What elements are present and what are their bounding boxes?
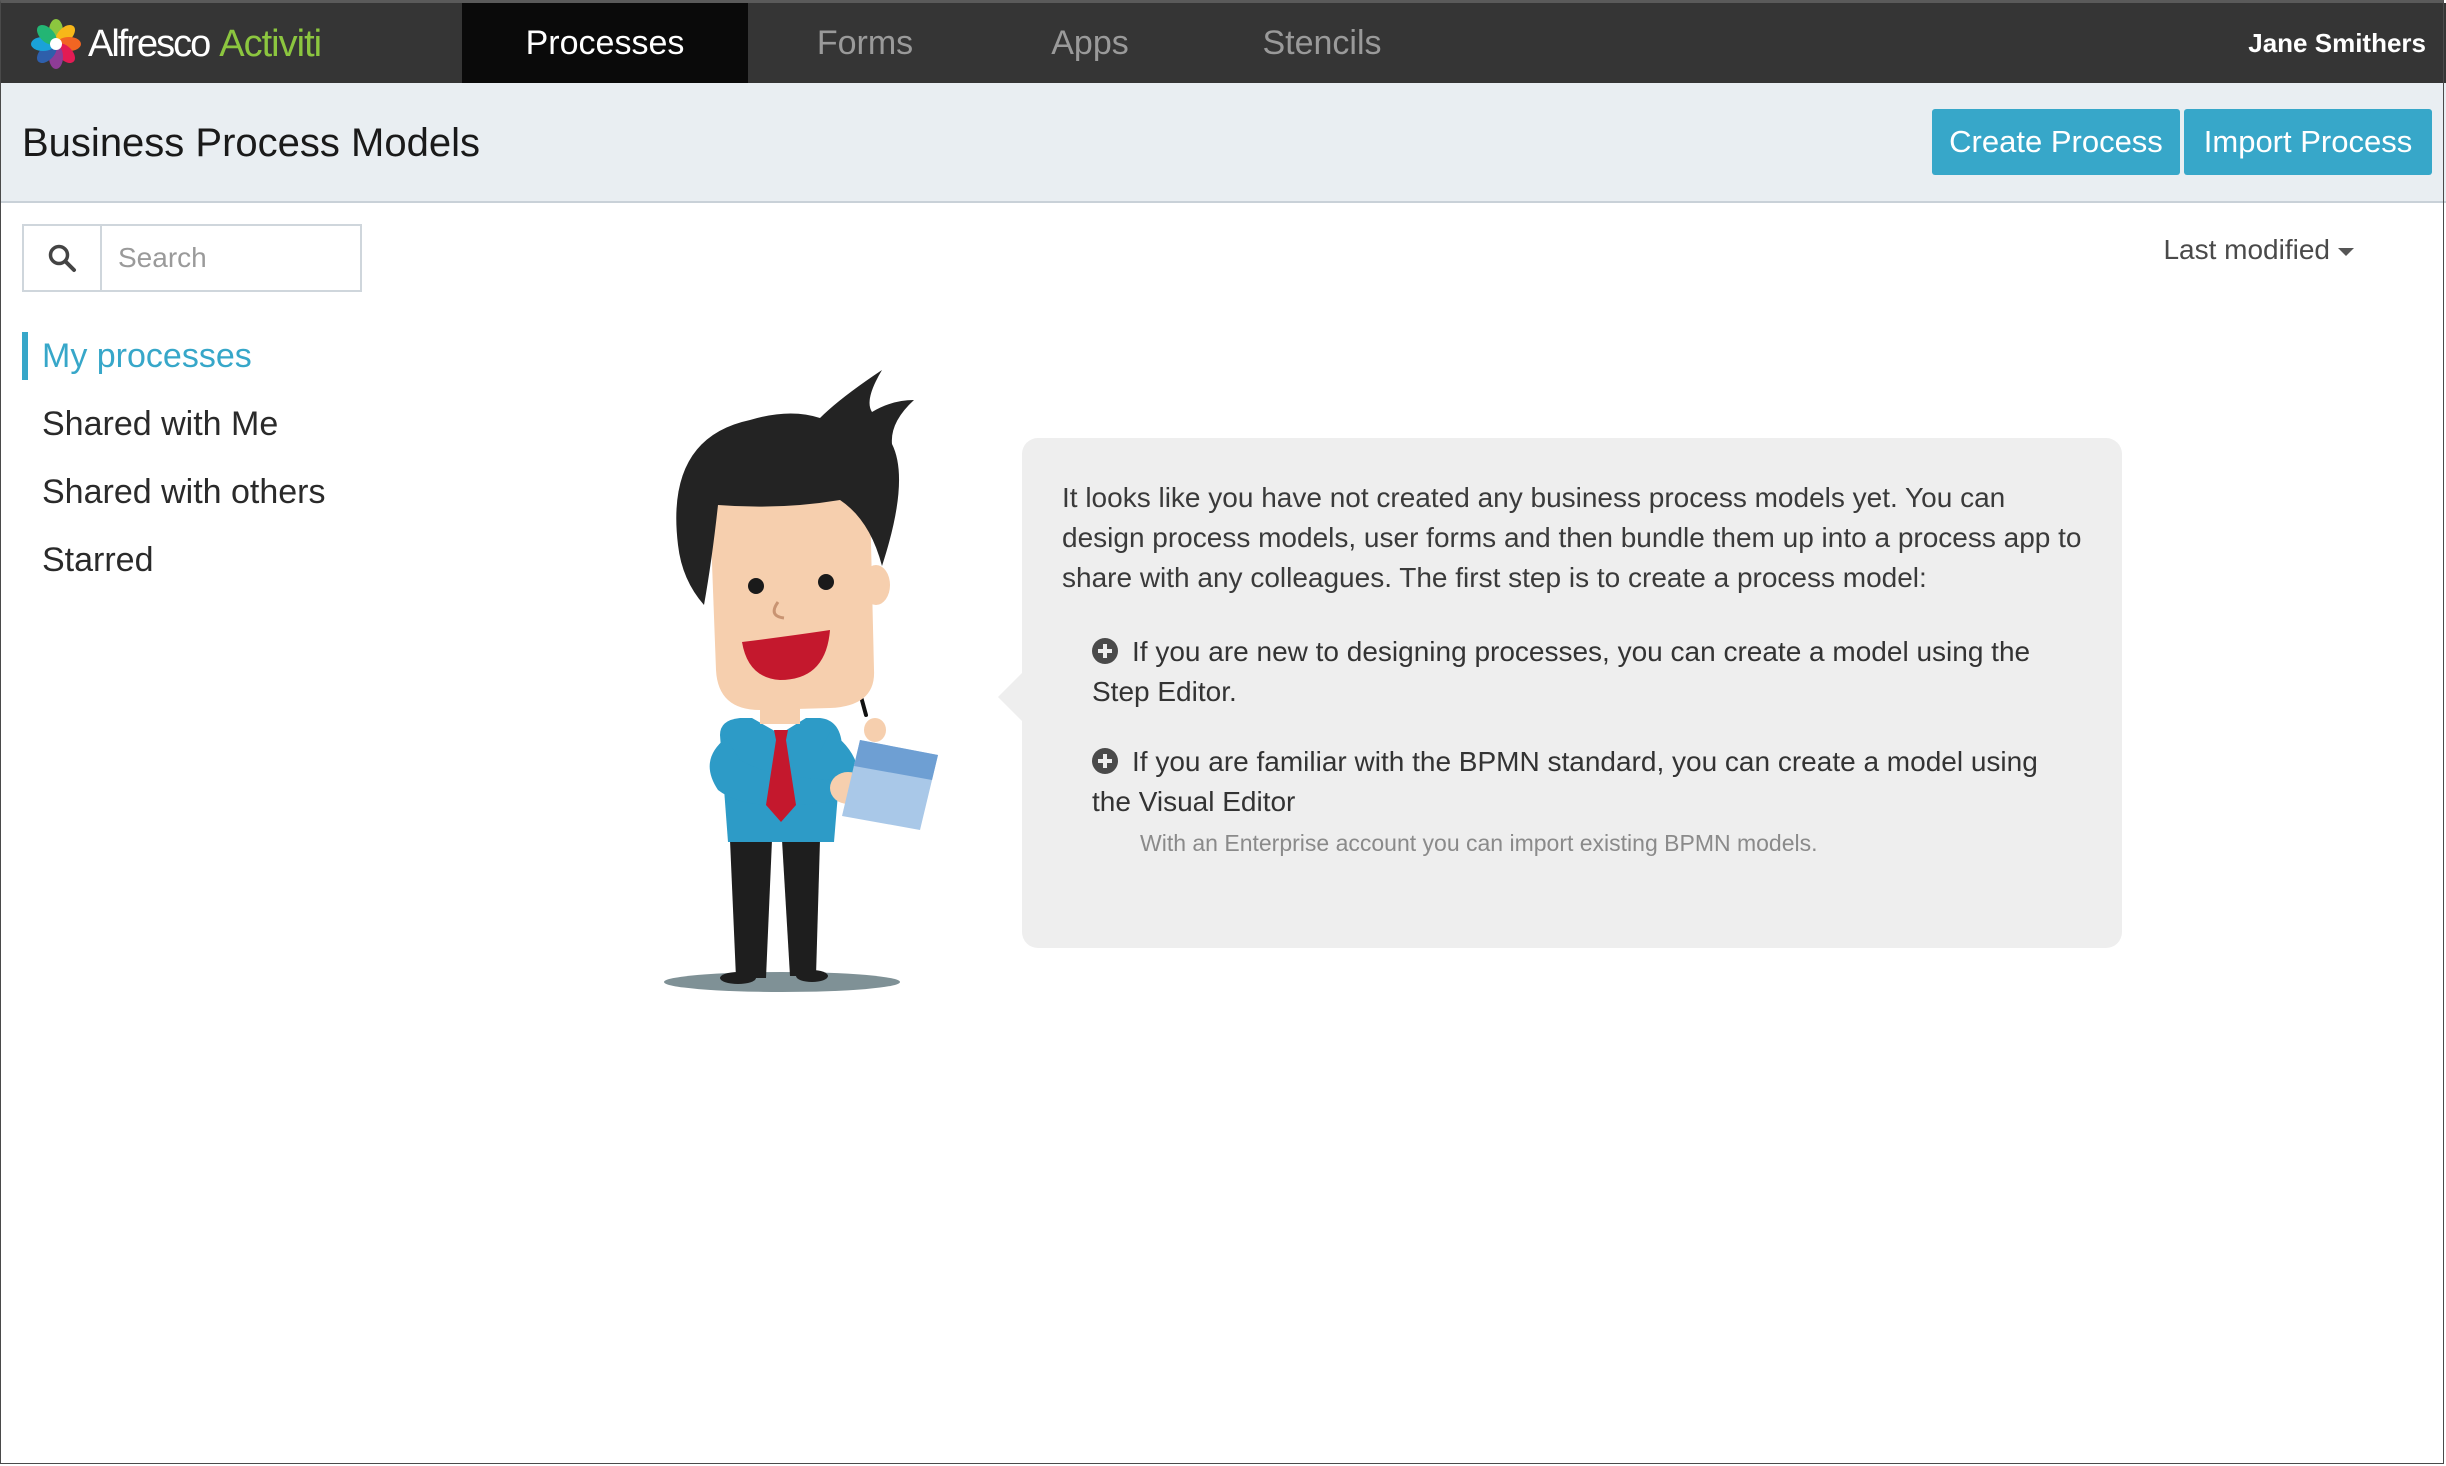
search-input[interactable] [102, 226, 358, 290]
plus-circle-icon [1092, 638, 1118, 664]
brand-logo[interactable]: Alfresco Activiti [30, 18, 322, 70]
search-icon [48, 244, 76, 272]
page-title: Business Process Models [22, 121, 480, 165]
tip-step-editor: If you are new to designing processes, y… [1062, 632, 2082, 712]
tab-forms[interactable]: Forms [778, 3, 952, 83]
empty-state-message: It looks like you have not created any b… [998, 438, 2122, 948]
tab-stencils[interactable]: Stencils [1210, 3, 1434, 83]
tip-visual-editor: If you are familiar with the BPMN standa… [1062, 742, 2082, 860]
top-navbar: Alfresco Activiti Processes Forms Apps S… [0, 3, 2446, 94]
sidebar-item-shared-with-others[interactable]: Shared with others [22, 468, 326, 516]
sidebar-item-shared-with-me[interactable]: Shared with Me [22, 400, 278, 448]
sort-label: Last modified [2163, 234, 2330, 265]
plus-circle-icon [1092, 748, 1118, 774]
sidebar-item-starred[interactable]: Starred [22, 536, 154, 584]
brand-name-alfresco: Alfresco [88, 22, 211, 65]
tab-apps[interactable]: Apps [1000, 3, 1180, 83]
page-header: Business Process Models Create Process I… [0, 83, 2446, 203]
tab-processes[interactable]: Processes [462, 3, 748, 94]
tip-step-editor-text: If you are new to designing processes, y… [1092, 636, 2031, 707]
tip-visual-editor-text: If you are familiar with the BPMN standa… [1092, 746, 2038, 817]
alfresco-flower-icon [31, 19, 81, 69]
brand-name-activiti: Activiti [219, 22, 322, 65]
businessman-illustration [664, 370, 938, 992]
search-box [22, 224, 362, 292]
empty-state-intro: It looks like you have not created any b… [1062, 482, 2082, 593]
import-process-button[interactable]: Import Process [2184, 109, 2432, 175]
sort-dropdown[interactable]: Last modified [2163, 228, 2354, 272]
user-menu[interactable]: Jane Smithers [2248, 3, 2426, 83]
caret-down-icon [2338, 247, 2354, 256]
search-button[interactable] [24, 226, 102, 290]
tip-enterprise-note: With an Enterprise account you can impor… [1140, 830, 1818, 856]
create-process-button[interactable]: Create Process [1932, 109, 2180, 175]
sidebar-item-my-processes[interactable]: My processes [22, 332, 252, 380]
